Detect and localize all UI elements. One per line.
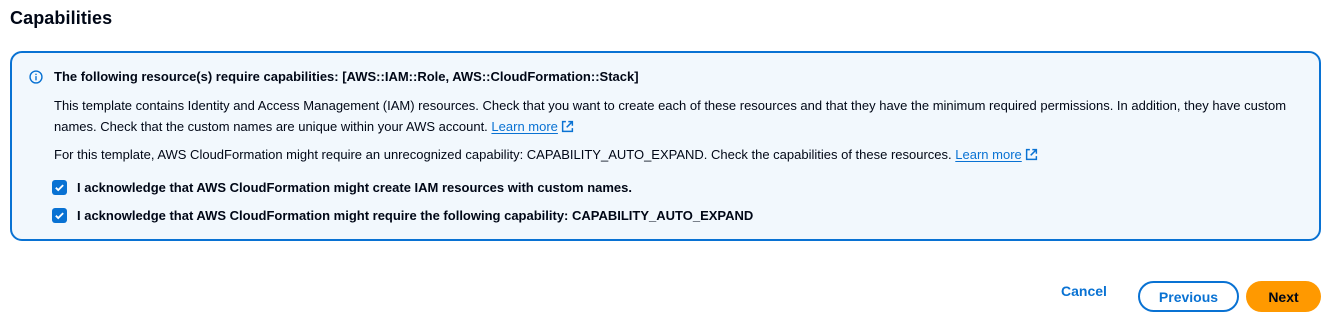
learn-more-link-iam[interactable]: Learn more bbox=[491, 119, 574, 134]
checkmark-icon bbox=[55, 212, 64, 220]
learn-more-link-capability[interactable]: Learn more bbox=[955, 147, 1037, 162]
alert-paragraph-capability-text: For this template, AWS CloudFormation mi… bbox=[54, 147, 952, 162]
alert-header: The following resource(s) require capabi… bbox=[54, 69, 639, 84]
info-icon bbox=[29, 70, 43, 84]
cancel-button[interactable]: Cancel bbox=[1061, 283, 1107, 299]
acknowledge-iam-label[interactable]: I acknowledge that AWS CloudFormation mi… bbox=[77, 180, 632, 195]
next-button[interactable]: Next bbox=[1246, 281, 1321, 312]
capabilities-alert: The following resource(s) require capabi… bbox=[10, 51, 1321, 241]
section-title: Capabilities bbox=[10, 8, 113, 28]
acknowledge-iam-row[interactable]: I acknowledge that AWS CloudFormation mi… bbox=[52, 180, 632, 195]
acknowledge-iam-checkbox[interactable] bbox=[52, 180, 67, 195]
acknowledge-auto-expand-checkbox[interactable] bbox=[52, 208, 67, 223]
checkmark-icon bbox=[55, 184, 64, 192]
alert-paragraph-iam: This template contains Identity and Acce… bbox=[54, 95, 1309, 137]
alert-paragraph-iam-text: This template contains Identity and Acce… bbox=[54, 98, 1287, 134]
external-link-icon bbox=[561, 120, 574, 133]
external-link-icon bbox=[1025, 148, 1037, 161]
acknowledge-auto-expand-label[interactable]: I acknowledge that AWS CloudFormation mi… bbox=[77, 208, 753, 223]
acknowledge-auto-expand-row[interactable]: I acknowledge that AWS CloudFormation mi… bbox=[52, 208, 753, 223]
previous-button[interactable]: Previous bbox=[1138, 281, 1239, 312]
alert-paragraph-capability: For this template, AWS CloudFormation mi… bbox=[54, 144, 1309, 165]
